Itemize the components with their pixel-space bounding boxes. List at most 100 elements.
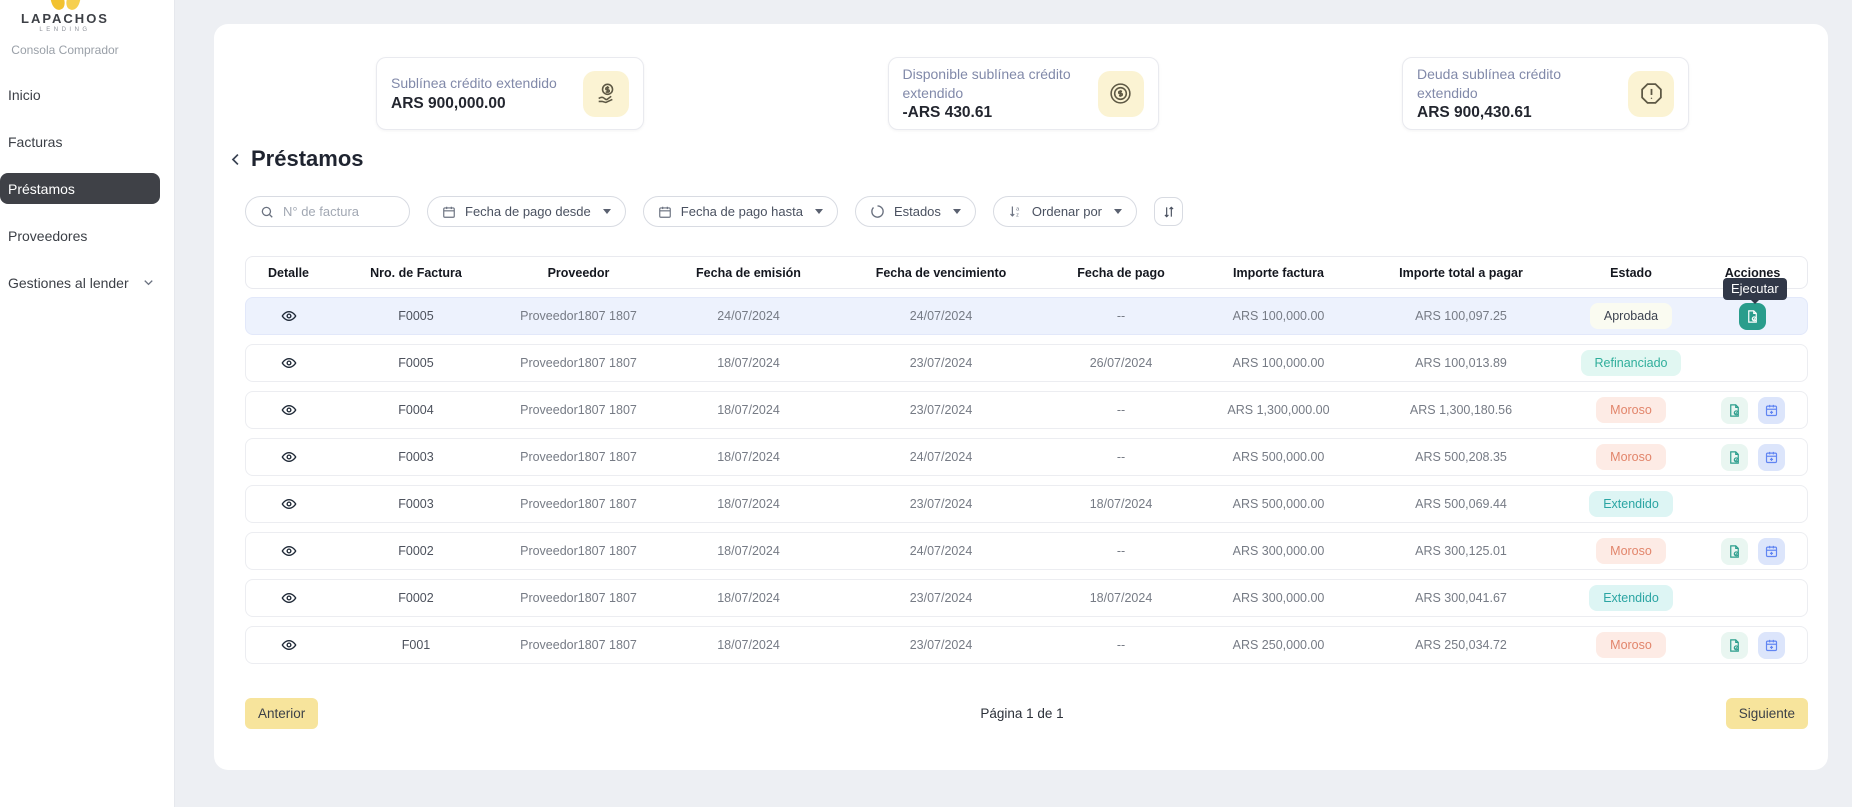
reschedule-button[interactable] <box>1758 397 1785 424</box>
sidebar-item-gestiones[interactable]: Gestiones al lender <box>0 267 174 298</box>
filter-label: Estados <box>894 204 941 219</box>
issue-date: 18/07/2024 <box>656 403 841 417</box>
file-invoice-check-icon <box>1745 309 1760 324</box>
eye-icon <box>281 496 297 512</box>
reschedule-button[interactable] <box>1758 538 1785 565</box>
view-details-button[interactable] <box>281 449 297 465</box>
issue-date: 18/07/2024 <box>656 450 841 464</box>
column-header: Nro. de Factura <box>331 266 501 280</box>
column-header: Detalle <box>246 266 331 280</box>
date-from-filter[interactable]: Fecha de pago desde <box>427 196 626 227</box>
issue-date: 24/07/2024 <box>656 309 841 323</box>
view-details-button[interactable] <box>281 543 297 559</box>
table-header: Detalle Nro. de Factura Proveedor Fecha … <box>245 256 1808 289</box>
back-button[interactable] <box>228 151 245 168</box>
reschedule-button[interactable] <box>1758 632 1785 659</box>
eye-icon <box>281 543 297 559</box>
payment-date: -- <box>1041 544 1201 558</box>
status-badge: Extendido <box>1589 491 1673 517</box>
sort-direction-button[interactable] <box>1154 197 1183 226</box>
previous-page-button[interactable]: Anterior <box>245 698 318 729</box>
execute-loan-button[interactable] <box>1721 444 1748 471</box>
provider-name: Proveedor1807 1807 <box>501 497 656 511</box>
total-amount: ARS 500,069.44 <box>1356 497 1566 511</box>
reschedule-button[interactable] <box>1758 444 1785 471</box>
due-date: 23/07/2024 <box>841 638 1041 652</box>
total-amount: ARS 500,208.35 <box>1356 450 1566 464</box>
card-available-subline: Disponible sublínea crédito extendido -A… <box>888 57 1159 130</box>
filter-label: Fecha de pago hasta <box>681 204 803 219</box>
provider-name: Proveedor1807 1807 <box>501 544 656 558</box>
status-badge: Moroso <box>1596 444 1666 470</box>
invoice-amount: ARS 300,000.00 <box>1201 591 1356 605</box>
coin-dollar-icon <box>1098 71 1144 117</box>
status-badge: Moroso <box>1596 632 1666 658</box>
card-title: Deuda sublínea crédito extendido <box>1417 65 1618 101</box>
due-date: 23/07/2024 <box>841 591 1041 605</box>
filters-bar: Fecha de pago desde Fecha de pago hasta … <box>245 196 1183 227</box>
sidebar-item-inicio[interactable]: Inicio <box>0 79 174 110</box>
invoice-amount: ARS 500,000.00 <box>1201 497 1356 511</box>
total-amount: ARS 250,034.72 <box>1356 638 1566 652</box>
card-subline-debt: Deuda sublínea crédito extendido ARS 900… <box>1402 57 1689 130</box>
execute-loan-button[interactable] <box>1739 303 1766 330</box>
sidebar-item-label: Gestiones al lender <box>8 275 129 291</box>
eye-icon <box>281 355 297 371</box>
sidebar-item-prestamos[interactable]: Préstamos <box>0 173 160 204</box>
view-details-button[interactable] <box>281 402 297 418</box>
search-input[interactable] <box>283 204 395 219</box>
eye-icon <box>281 590 297 606</box>
calendar-plus-icon <box>1764 450 1779 465</box>
chevron-down-icon <box>1114 209 1122 214</box>
table-row: F0004Proveedor1807 180718/07/202423/07/2… <box>245 391 1808 429</box>
invoice-number: F0003 <box>331 450 501 464</box>
status-badge: Moroso <box>1596 538 1666 564</box>
view-details-button[interactable] <box>281 496 297 512</box>
view-details-button[interactable] <box>281 637 297 653</box>
eye-icon <box>281 308 297 324</box>
file-invoice-check-icon <box>1727 638 1742 653</box>
sidebar-item-label: Inicio <box>8 87 41 103</box>
hand-coin-icon <box>583 71 629 117</box>
column-header: Fecha de emisión <box>656 266 841 280</box>
column-header: Fecha de vencimiento <box>841 266 1041 280</box>
issue-date: 18/07/2024 <box>656 591 841 605</box>
execute-loan-button[interactable] <box>1721 538 1748 565</box>
table-row: F0003Proveedor1807 180718/07/202423/07/2… <box>245 485 1808 523</box>
payment-date: -- <box>1041 309 1201 323</box>
filter-label: Fecha de pago desde <box>465 204 591 219</box>
view-details-button[interactable] <box>281 308 297 324</box>
invoice-number: F0004 <box>331 403 501 417</box>
states-filter[interactable]: Estados <box>855 196 976 227</box>
eye-icon <box>281 637 297 653</box>
payment-date: -- <box>1041 638 1201 652</box>
eye-icon <box>281 449 297 465</box>
total-amount: ARS 300,041.67 <box>1356 591 1566 605</box>
chevron-down-icon <box>815 209 823 214</box>
next-page-button[interactable]: Siguiente <box>1726 698 1808 729</box>
page-title: Préstamos <box>251 146 364 172</box>
sidebar-item-proveedores[interactable]: Proveedores <box>0 220 174 251</box>
brand-name: LAPACHOS <box>0 11 130 26</box>
date-to-filter[interactable]: Fecha de pago hasta <box>643 196 838 227</box>
provider-name: Proveedor1807 1807 <box>501 309 656 323</box>
calendar-icon <box>442 205 456 219</box>
column-header: Proveedor <box>501 266 656 280</box>
yellow-leaves-icon <box>0 0 130 10</box>
sidebar-item-facturas[interactable]: Facturas <box>0 126 174 157</box>
invoice-search[interactable] <box>245 196 410 227</box>
sort-by-filter[interactable]: a z Ordenar por <box>993 196 1137 227</box>
table-row: F0005Proveedor1807 180724/07/202424/07/2… <box>245 297 1808 335</box>
execute-loan-button[interactable] <box>1721 397 1748 424</box>
search-icon <box>260 205 274 219</box>
execute-loan-button[interactable] <box>1721 632 1748 659</box>
due-date: 24/07/2024 <box>841 309 1041 323</box>
view-details-button[interactable] <box>281 590 297 606</box>
due-date: 24/07/2024 <box>841 450 1041 464</box>
invoice-number: F0002 <box>331 544 501 558</box>
view-details-button[interactable] <box>281 355 297 371</box>
svg-text:a: a <box>1016 206 1020 212</box>
payment-date: 26/07/2024 <box>1041 356 1201 370</box>
pagination: Anterior Página 1 de 1 Siguiente <box>245 698 1808 729</box>
column-header: Estado <box>1566 266 1696 280</box>
